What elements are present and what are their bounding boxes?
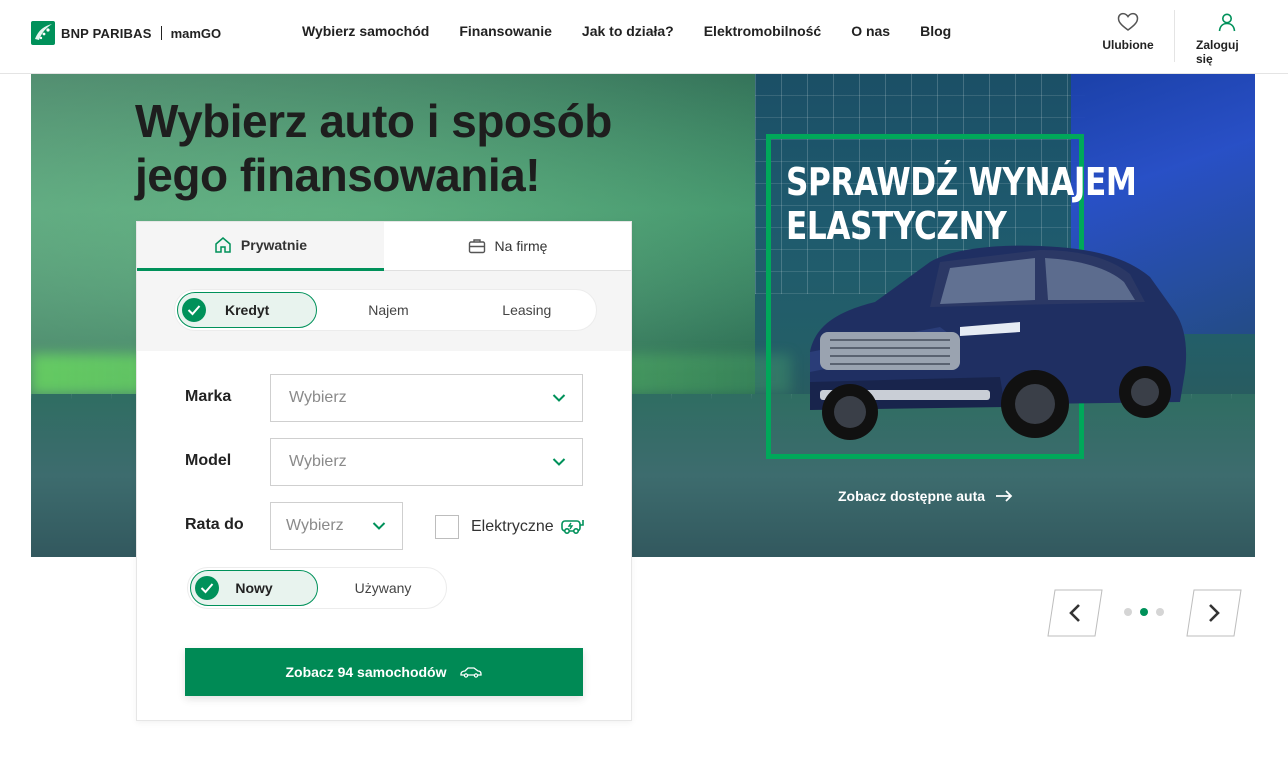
chevron-down-icon bbox=[552, 458, 566, 466]
condition-option-used[interactable]: Używany bbox=[320, 568, 446, 608]
bnp-stars-icon bbox=[31, 21, 55, 45]
make-select[interactable]: Wybierz bbox=[270, 374, 583, 422]
logo-sub-brand: mamGO bbox=[170, 25, 222, 41]
nav-item-financing[interactable]: Finansowanie bbox=[459, 23, 552, 39]
chevron-down-icon bbox=[372, 522, 386, 530]
model-select[interactable]: Wybierz bbox=[270, 438, 583, 486]
favorites-button[interactable]: Ulubione bbox=[1102, 12, 1154, 52]
nav-item-blog[interactable]: Blog bbox=[920, 23, 951, 39]
finance-type-switch: Kredyt Najem Leasing bbox=[174, 289, 597, 331]
tab-private-label: Prywatnie bbox=[240, 237, 308, 253]
finance-option-credit[interactable]: Kredyt bbox=[177, 292, 318, 328]
login-label: Zaloguj się bbox=[1196, 38, 1239, 66]
main-nav: Wybierz samochód Finansowanie Jak to dzi… bbox=[302, 23, 951, 39]
finance-option-credit-label: Kredyt bbox=[224, 302, 270, 318]
logo-separator bbox=[160, 26, 162, 40]
hero-title: Wybierz auto i sposób jego finansowania! bbox=[135, 94, 655, 202]
model-select-value: Wybierz bbox=[289, 453, 347, 470]
make-select-value: Wybierz bbox=[289, 389, 347, 406]
finance-type-area: Kredyt Najem Leasing bbox=[137, 271, 631, 351]
carousel-prev-button[interactable] bbox=[1047, 589, 1103, 637]
nav-item-choose-car[interactable]: Wybierz samochód bbox=[302, 23, 429, 39]
electric-car-icon bbox=[561, 520, 584, 535]
logo-brand-text: BNP PARIBAS bbox=[61, 25, 152, 41]
heart-icon bbox=[1117, 12, 1139, 31]
show-cars-label: Zobacz 94 samochodów bbox=[285, 664, 447, 680]
customer-type-tabs: Prywatnie Na firmę bbox=[137, 222, 631, 271]
user-icon bbox=[1218, 13, 1236, 32]
condition-option-new[interactable]: Nowy bbox=[190, 570, 318, 606]
show-cars-button[interactable]: Zobacz 94 samochodów bbox=[185, 648, 583, 696]
promo-title-line-1: SPRAWDŹ WYNAJEM bbox=[786, 160, 1137, 204]
nav-item-how-it-works[interactable]: Jak to działa? bbox=[582, 23, 674, 39]
car-outline-icon bbox=[459, 667, 482, 678]
make-label: Marka bbox=[185, 388, 232, 405]
logo[interactable]: BNP PARIBAS mamGO bbox=[31, 20, 221, 46]
promo-link-label: Zobacz dostępne auta bbox=[838, 488, 986, 504]
finance-option-leasing[interactable]: Leasing bbox=[458, 290, 596, 330]
tab-private[interactable]: Prywatnie bbox=[137, 222, 384, 271]
tab-business-label: Na firmę bbox=[494, 238, 548, 254]
login-button[interactable]: Zaloguj się bbox=[1196, 12, 1258, 66]
briefcase-icon bbox=[468, 239, 485, 254]
rate-select-value: Wybierz bbox=[286, 517, 344, 534]
site-header: BNP PARIBAS mamGO Wybierz samochód Finan… bbox=[0, 0, 1288, 74]
home-icon bbox=[215, 237, 231, 253]
car-image bbox=[810, 245, 1187, 440]
chevron-right-icon bbox=[1209, 604, 1220, 622]
carousel-next-button[interactable] bbox=[1186, 589, 1242, 637]
carousel-dots bbox=[1124, 608, 1164, 616]
check-circle-icon bbox=[182, 298, 206, 322]
model-label: Model bbox=[185, 452, 232, 469]
rate-label: Rata do bbox=[185, 516, 244, 533]
hero-title-line-2: jego finansowania! bbox=[135, 149, 541, 201]
finance-option-rental[interactable]: Najem bbox=[319, 290, 457, 330]
electric-checkbox[interactable] bbox=[435, 515, 459, 539]
favorites-label: Ulubione bbox=[1102, 38, 1154, 52]
nav-item-electromobility[interactable]: Elektromobilność bbox=[704, 23, 821, 39]
condition-option-new-label: Nowy bbox=[235, 580, 273, 596]
hero-title-line-1: Wybierz auto i sposób bbox=[135, 95, 612, 147]
condition-option-used-label: Używany bbox=[354, 580, 412, 596]
car-condition-switch: Nowy Używany bbox=[187, 567, 447, 609]
carousel-dot-active[interactable] bbox=[1140, 608, 1148, 616]
rate-select[interactable]: Wybierz bbox=[270, 502, 403, 550]
finance-option-rental-label: Najem bbox=[368, 302, 409, 318]
header-divider bbox=[1174, 10, 1175, 62]
carousel-dot[interactable] bbox=[1124, 608, 1132, 616]
tab-business[interactable]: Na firmę bbox=[384, 222, 631, 271]
promo-link[interactable]: Zobacz dostępne auta bbox=[838, 488, 1013, 504]
arrow-right-icon bbox=[996, 490, 1013, 502]
nav-item-about[interactable]: O nas bbox=[851, 23, 890, 39]
finance-option-leasing-label: Leasing bbox=[502, 302, 552, 318]
chevron-down-icon bbox=[552, 394, 566, 402]
check-circle-icon bbox=[195, 576, 219, 600]
carousel-dot[interactable] bbox=[1156, 608, 1164, 616]
chevron-left-icon bbox=[1069, 604, 1080, 622]
search-card: Prywatnie Na firmę Kredyt Najem Leasing bbox=[136, 221, 632, 721]
electric-label: Elektryczne bbox=[471, 518, 554, 535]
